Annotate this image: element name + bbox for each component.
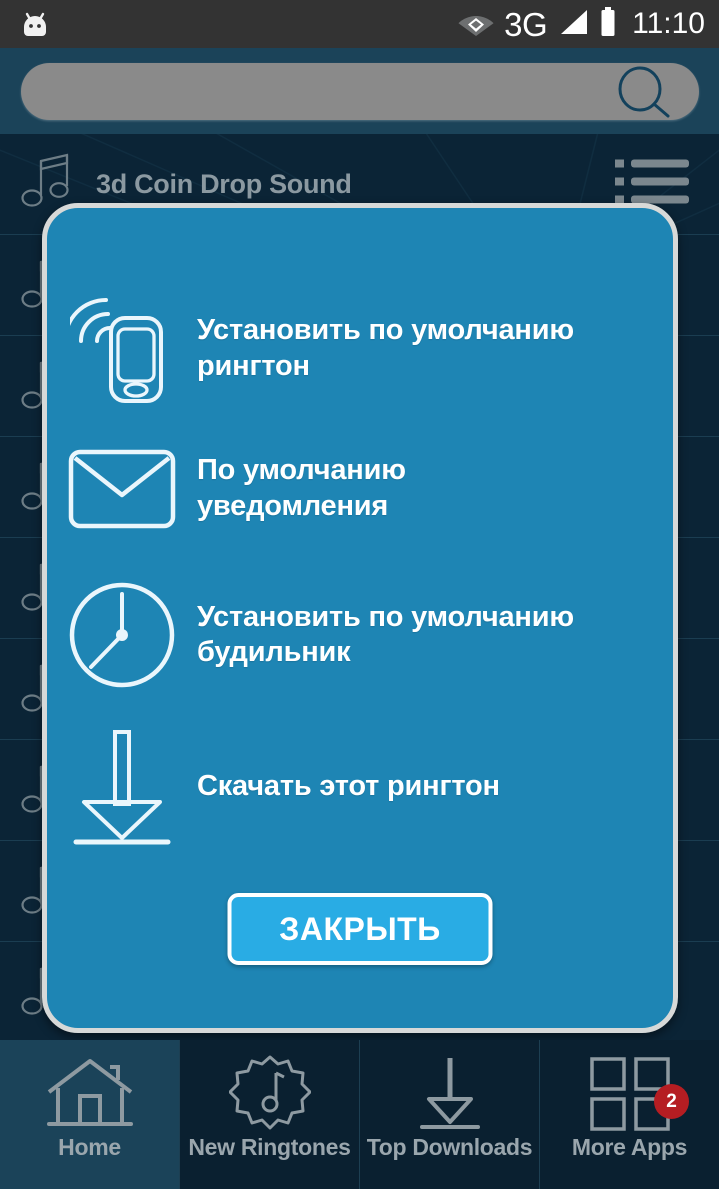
ringtone-options-dialog: Установить по умолчанию рингтон По умолч… xyxy=(42,203,678,1033)
search-icon[interactable] xyxy=(609,66,681,123)
app-screen: 3G 11:10 3d Coin Drop Sound Установить п… xyxy=(0,0,719,1189)
nav-item-label: Top Downloads xyxy=(366,1134,533,1160)
nav-item-home[interactable]: Home xyxy=(0,1040,180,1189)
search-input[interactable] xyxy=(20,62,699,123)
dialog-option-set-ringtone[interactable]: Установить по умолчанию рингтон xyxy=(47,286,673,411)
wifi-icon xyxy=(457,7,495,42)
clock-icon xyxy=(47,579,197,691)
download-arrow-icon xyxy=(410,1054,490,1134)
battery-icon xyxy=(598,6,618,43)
nav-item-label: New Ringtones xyxy=(188,1134,351,1160)
list-item-title: 3d Coin Drop Sound xyxy=(96,168,352,199)
android-head-icon xyxy=(18,9,52,39)
dialog-option-label: Установить по умолчанию рингтон xyxy=(197,314,574,382)
search-header xyxy=(0,48,719,134)
nav-item-new-ringtones[interactable]: New Ringtones xyxy=(180,1040,360,1189)
dialog-option-label: Скачать этот рингтон xyxy=(197,769,500,802)
nav-item-top-downloads[interactable]: Top Downloads xyxy=(360,1040,540,1189)
dialog-option-label: Установить по умолчанию будильник xyxy=(197,600,574,668)
dialog-option-set-notification[interactable]: По умолчанию уведомления xyxy=(47,436,673,541)
ringtone-star-icon xyxy=(228,1054,311,1134)
phone-ringing-icon xyxy=(47,290,197,408)
status-badge: 2 xyxy=(654,1084,689,1119)
nav-item-label: More Apps xyxy=(571,1134,688,1160)
close-button[interactable]: ЗАКРЫТЬ xyxy=(227,893,493,965)
download-arrow-icon xyxy=(47,726,197,848)
nav-item-more-apps[interactable]: 2 More Apps xyxy=(540,1040,719,1189)
bottom-navigation: Home New Ringtones Top Downloads 2 More … xyxy=(0,1040,719,1189)
dialog-option-set-alarm[interactable]: Установить по умолчанию будильник xyxy=(47,576,673,694)
status-icons: 3G 11:10 xyxy=(457,6,705,43)
status-bar: 3G 11:10 xyxy=(0,0,719,48)
dialog-option-label: По умолчанию уведомления xyxy=(197,454,406,522)
signal-icon xyxy=(556,7,589,42)
network-type-label: 3G xyxy=(504,5,548,43)
dialog-option-download[interactable]: Скачать этот рингтон xyxy=(47,724,673,849)
clock-time-label: 11:10 xyxy=(632,7,705,40)
home-icon xyxy=(45,1054,135,1134)
nav-item-label: Home xyxy=(58,1134,121,1160)
envelope-icon xyxy=(47,447,197,531)
